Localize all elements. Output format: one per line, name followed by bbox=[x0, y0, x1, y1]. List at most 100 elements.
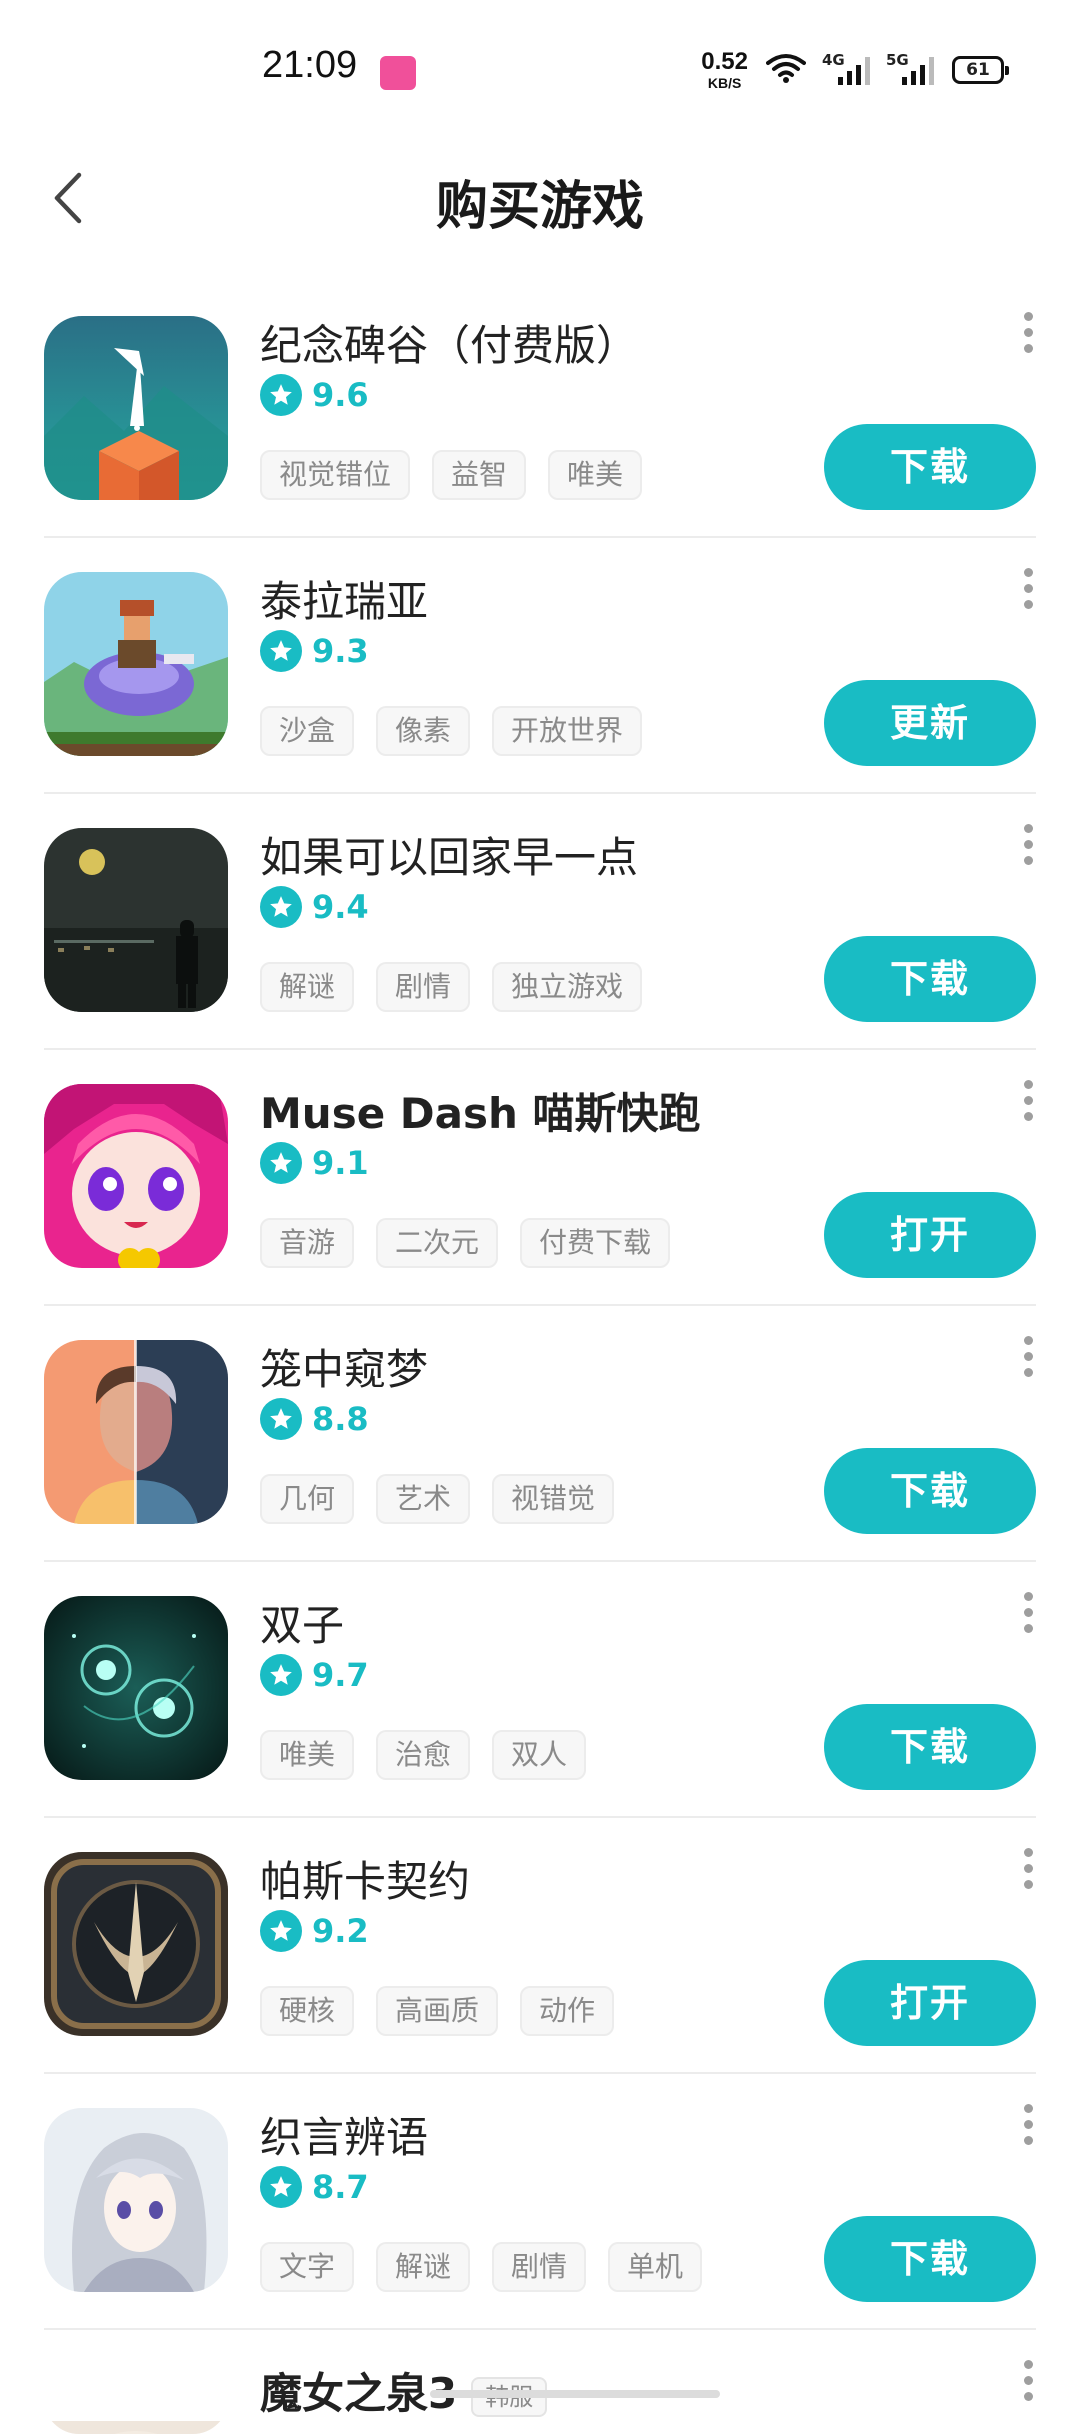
game-tags: 硬核 高画质 动作 bbox=[260, 1986, 615, 2036]
wifi-icon bbox=[766, 53, 806, 87]
game-icon-moncage bbox=[44, 1340, 228, 1524]
star-icon bbox=[260, 1398, 302, 1440]
network-speed: 0.52 KB/S bbox=[701, 48, 748, 91]
network-speed-unit: KB/S bbox=[707, 75, 742, 91]
sim2-network-type: 5G bbox=[886, 51, 909, 69]
game-tag[interactable]: 唯美 bbox=[260, 1730, 355, 1780]
game-list: 纪念碑谷（付费版） 9.6 视觉错位 益智 唯美 下载 泰拉瑞亚 9.3 沙盒 … bbox=[0, 282, 1080, 2434]
game-icon-pascals-wager bbox=[44, 1852, 228, 2036]
download-button[interactable]: 下载 bbox=[824, 936, 1036, 1022]
download-button[interactable]: 下载 bbox=[824, 2216, 1036, 2302]
game-tags: 唯美 治愈 双人 bbox=[260, 1730, 587, 1780]
game-rating: 9.2 bbox=[260, 1910, 369, 1952]
game-tag[interactable]: 文字 bbox=[260, 2242, 355, 2292]
game-row[interactable]: 双子 9.7 唯美 治愈 双人 下载 bbox=[44, 1562, 1036, 1818]
rating-value: 9.2 bbox=[312, 1912, 369, 1950]
game-icon-monument-valley bbox=[44, 316, 228, 500]
more-options-button[interactable] bbox=[1008, 816, 1048, 872]
network-speed-value: 0.52 bbox=[701, 48, 748, 75]
open-button[interactable]: 打开 bbox=[824, 1960, 1036, 2046]
status-bar: 21:09 0.52 KB/S 4G 5G 61 bbox=[0, 0, 1080, 140]
game-tag[interactable]: 解谜 bbox=[260, 962, 355, 1012]
game-row[interactable]: 魔女之泉3韩服 bbox=[44, 2330, 1036, 2434]
game-icon-zhiyan-bianyu bbox=[44, 2108, 228, 2292]
status-time: 21:09 bbox=[262, 44, 358, 86]
rating-value: 9.3 bbox=[312, 632, 369, 670]
battery-icon: 61 bbox=[952, 56, 1009, 84]
game-name: 帕斯卡契约 bbox=[260, 1857, 471, 1906]
game-row[interactable]: 如果可以回家早一点 9.4 解谜 剧情 独立游戏 下载 bbox=[44, 794, 1036, 1050]
game-tag[interactable]: 高画质 bbox=[376, 1986, 499, 2036]
sim2-signal-icon: 5G bbox=[886, 51, 934, 85]
notification-app-icon bbox=[380, 56, 416, 90]
game-tag[interactable]: 硬核 bbox=[260, 1986, 355, 2036]
rating-value: 9.7 bbox=[312, 1656, 369, 1694]
open-button[interactable]: 打开 bbox=[824, 1192, 1036, 1278]
more-options-button[interactable] bbox=[1008, 1840, 1048, 1896]
game-tag[interactable]: 剧情 bbox=[376, 962, 471, 1012]
game-tag[interactable]: 视错觉 bbox=[492, 1474, 615, 1524]
game-tag[interactable]: 音游 bbox=[260, 1218, 355, 1268]
game-icon-twins bbox=[44, 1596, 228, 1780]
update-button[interactable]: 更新 bbox=[824, 680, 1036, 766]
download-button[interactable]: 下载 bbox=[824, 1704, 1036, 1790]
game-icon-witch-spring-3 bbox=[44, 2364, 228, 2434]
game-tag[interactable]: 像素 bbox=[376, 706, 471, 756]
game-tag[interactable]: 动作 bbox=[520, 1986, 615, 2036]
game-row[interactable]: Muse Dash 喵斯快跑 9.1 音游 二次元 付费下载 打开 bbox=[44, 1050, 1036, 1306]
star-icon bbox=[260, 1654, 302, 1696]
status-indicators: 0.52 KB/S 4G 5G 61 bbox=[701, 48, 1009, 92]
game-tag[interactable]: 唯美 bbox=[548, 450, 643, 500]
game-tag[interactable]: 沙盒 bbox=[260, 706, 355, 756]
star-icon bbox=[260, 630, 302, 672]
game-row[interactable]: 纪念碑谷（付费版） 9.6 视觉错位 益智 唯美 下载 bbox=[44, 282, 1036, 538]
game-name-text: 魔女之泉3 bbox=[260, 2369, 458, 2418]
game-row[interactable]: 帕斯卡契约 9.2 硬核 高画质 动作 打开 bbox=[44, 1818, 1036, 2074]
game-rating: 9.6 bbox=[260, 374, 369, 416]
game-tag[interactable]: 独立游戏 bbox=[492, 962, 643, 1012]
game-icon-muse-dash bbox=[44, 1084, 228, 1268]
page-title: 购买游戏 bbox=[435, 177, 644, 237]
sim1-network-type: 4G bbox=[822, 51, 845, 69]
game-tag[interactable]: 几何 bbox=[260, 1474, 355, 1524]
game-tag[interactable]: 单机 bbox=[608, 2242, 703, 2292]
star-icon bbox=[260, 2166, 302, 2208]
more-options-button[interactable] bbox=[1008, 1584, 1048, 1640]
game-tag[interactable]: 剧情 bbox=[492, 2242, 587, 2292]
game-row[interactable]: 泰拉瑞亚 9.3 沙盒 像素 开放世界 更新 bbox=[44, 538, 1036, 794]
game-tag[interactable]: 解谜 bbox=[376, 2242, 471, 2292]
more-options-button[interactable] bbox=[1008, 560, 1048, 616]
game-tag[interactable]: 益智 bbox=[432, 450, 527, 500]
sim1-signal-icon: 4G bbox=[822, 51, 870, 85]
more-options-button[interactable] bbox=[1008, 1328, 1048, 1384]
game-tag[interactable]: 治愈 bbox=[376, 1730, 471, 1780]
game-tags: 几何 艺术 视错觉 bbox=[260, 1474, 615, 1524]
game-icon-terraria bbox=[44, 572, 228, 756]
page-header: 购买游戏 bbox=[0, 140, 1080, 256]
game-row[interactable]: 织言辨语 8.7 文字 解谜 剧情 单机 下载 bbox=[44, 2074, 1036, 2330]
rating-value: 9.6 bbox=[312, 376, 369, 414]
more-options-button[interactable] bbox=[1008, 2096, 1048, 2152]
game-name: 如果可以回家早一点 bbox=[260, 833, 639, 882]
star-icon bbox=[260, 374, 302, 416]
game-tag[interactable]: 付费下载 bbox=[520, 1218, 671, 1268]
game-rating: 9.7 bbox=[260, 1654, 369, 1696]
download-button[interactable]: 下载 bbox=[824, 424, 1036, 510]
game-tags: 沙盒 像素 开放世界 bbox=[260, 706, 643, 756]
game-tag[interactable]: 艺术 bbox=[376, 1474, 471, 1524]
game-row[interactable]: 笼中窥梦 8.8 几何 艺术 视错觉 下载 bbox=[44, 1306, 1036, 1562]
game-tag[interactable]: 开放世界 bbox=[492, 706, 643, 756]
game-name: 笼中窥梦 bbox=[260, 1345, 429, 1394]
game-rating: 8.7 bbox=[260, 2166, 369, 2208]
game-tag[interactable]: 双人 bbox=[492, 1730, 587, 1780]
game-tags: 音游 二次元 付费下载 bbox=[260, 1218, 671, 1268]
download-button[interactable]: 下载 bbox=[824, 1448, 1036, 1534]
rating-value: 9.1 bbox=[312, 1144, 369, 1182]
more-options-button[interactable] bbox=[1008, 1072, 1048, 1128]
game-name: 纪念碑谷（付费版） bbox=[260, 321, 639, 370]
more-options-button[interactable] bbox=[1008, 304, 1048, 360]
game-tags: 视觉错位 益智 唯美 bbox=[260, 450, 643, 500]
game-rating: 9.4 bbox=[260, 886, 369, 928]
game-tag[interactable]: 视觉错位 bbox=[260, 450, 411, 500]
game-tag[interactable]: 二次元 bbox=[376, 1218, 499, 1268]
